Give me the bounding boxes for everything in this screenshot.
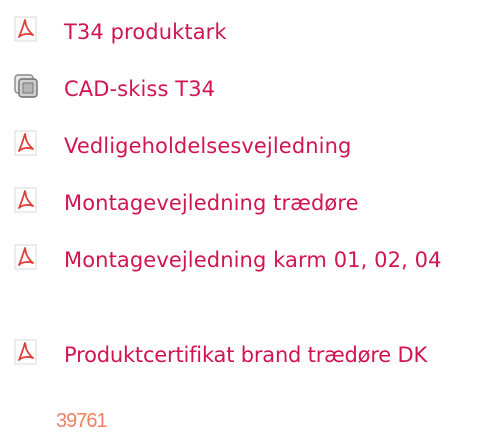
pdf-icon	[13, 187, 39, 213]
pdf-icon	[13, 16, 39, 42]
pdf-icon	[13, 339, 39, 365]
document-label: Montagevejledning trædøre	[64, 191, 359, 215]
document-label: Montagevejledning karm 01, 02, 04	[64, 248, 442, 272]
cad-icon	[13, 73, 39, 99]
document-label: Produktcertifikat brand trædøre DK	[64, 343, 428, 367]
document-label: Vedligeholdelsesvejledning	[64, 134, 352, 158]
pdf-icon	[13, 244, 39, 270]
footer-number: 39761	[56, 410, 108, 432]
document-label: T34 produktark	[64, 20, 227, 44]
document-label: CAD-skiss T34	[64, 77, 216, 101]
pdf-icon	[13, 130, 39, 156]
